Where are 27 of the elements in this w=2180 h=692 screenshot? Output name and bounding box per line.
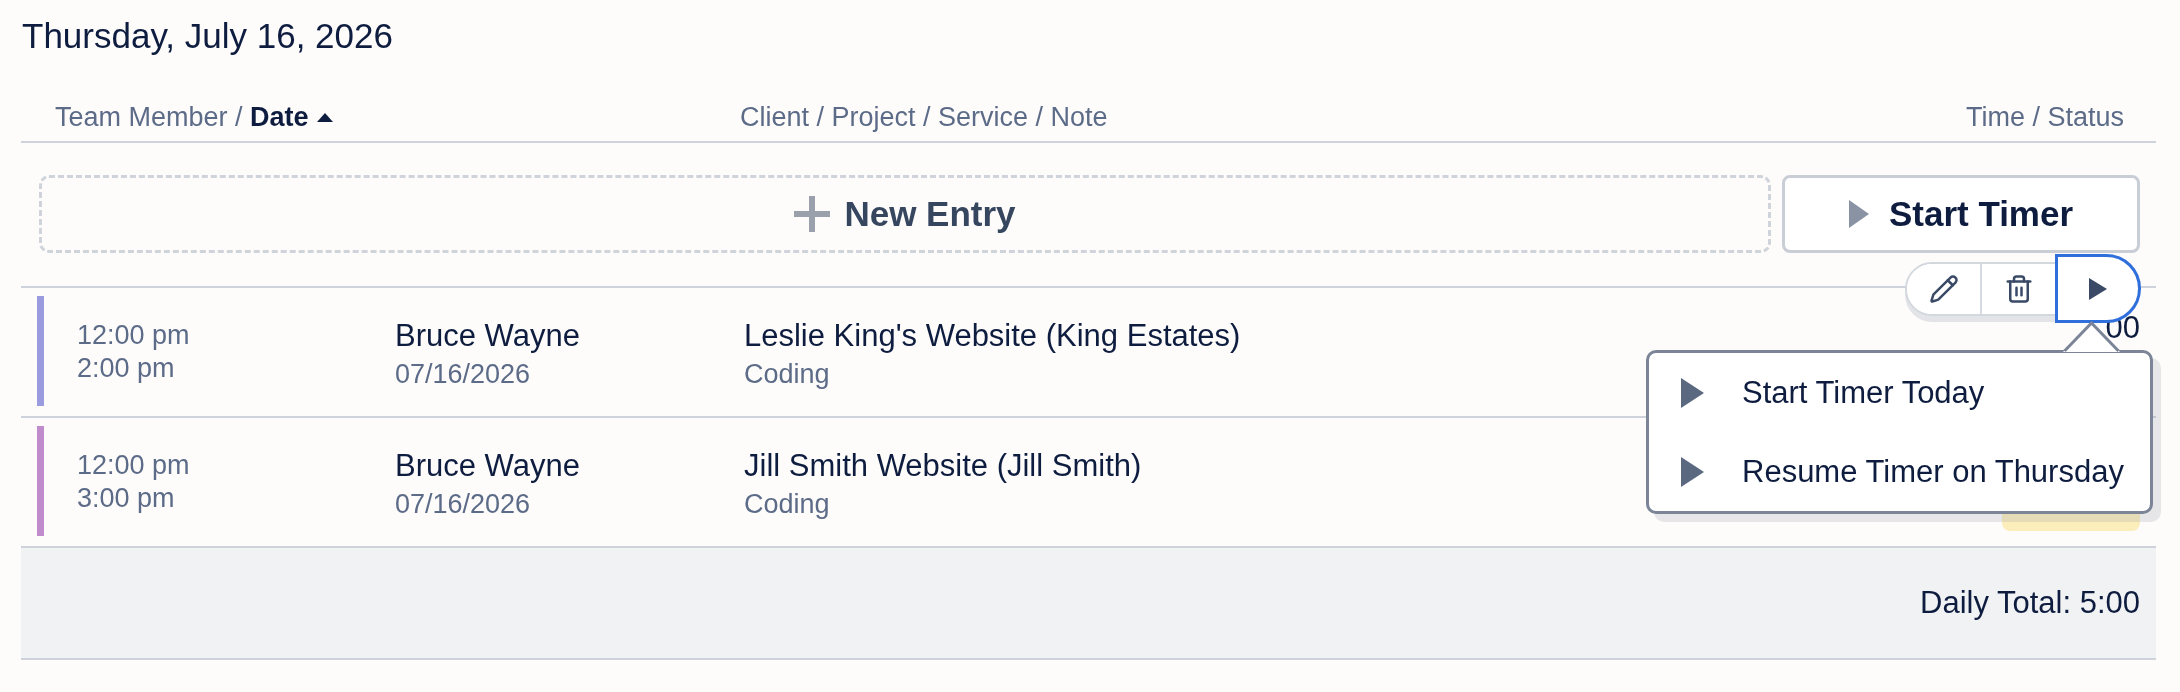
date-heading: Thursday, July 16, 2026	[21, 15, 393, 57]
plus-icon	[794, 196, 831, 232]
entry-date: 07/16/2026	[395, 488, 531, 521]
play-icon	[1681, 377, 1704, 408]
pencil-icon	[1928, 274, 1959, 304]
end-time: 2:00 pm	[77, 352, 175, 385]
end-time: 3:00 pm	[77, 482, 175, 515]
service-name: Coding	[744, 358, 830, 391]
column-header: Time / Status	[1965, 101, 2124, 133]
project-name: Jill Smith Website (Jill Smith)	[744, 447, 1142, 485]
play-icon	[2089, 277, 2107, 300]
member-name: Bruce Wayne	[395, 447, 580, 485]
entry-date: 07/16/2026	[395, 358, 531, 391]
service-name: Coding	[744, 488, 830, 521]
start-time: 12:00 pm	[77, 449, 190, 482]
menu-item[interactable]: Start Timer Today	[1649, 353, 2150, 432]
new-entry-button[interactable]: New Entry	[39, 175, 1771, 253]
project-name: Leslie King's Website (King Estates)	[744, 317, 1241, 355]
member-name: Bruce Wayne	[395, 317, 580, 355]
start-time: 12:00 pm	[77, 319, 190, 352]
daily-total: Daily Total: 5:00	[1920, 584, 2140, 622]
column-header: Client / Project / Service / Note	[740, 101, 1108, 133]
start-timer-button[interactable]: Start Timer	[1782, 175, 2140, 253]
menu-item[interactable]: Resume Timer on Thursday	[1649, 432, 2150, 511]
play-icon	[1681, 456, 1704, 487]
play-icon	[1848, 200, 1869, 228]
sort-column-header[interactable]: Team Member / Date	[55, 101, 333, 133]
